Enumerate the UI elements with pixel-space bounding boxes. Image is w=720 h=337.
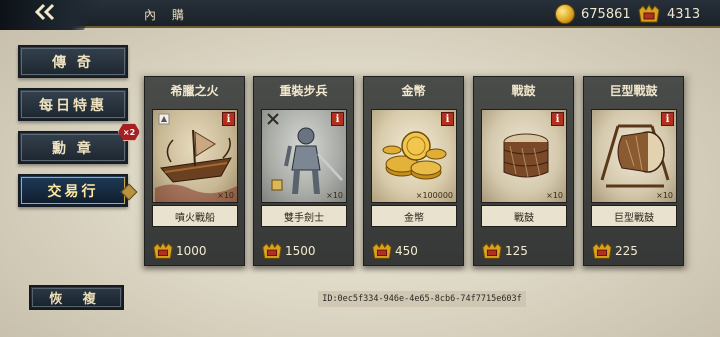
item-quantity: ×10 bbox=[326, 191, 343, 200]
page-title: 內 購 bbox=[144, 8, 190, 22]
item-quantity: ×10 bbox=[656, 191, 673, 200]
price-value: 225 bbox=[615, 244, 638, 258]
menu-legend[interactable]: 傳 奇 bbox=[18, 45, 128, 78]
item-title: 金幣 bbox=[401, 83, 426, 98]
menu-daily-deals[interactable]: 每日特惠 bbox=[18, 88, 128, 121]
item-name: 巨型戰鼓 bbox=[591, 205, 677, 227]
info-icon[interactable]: i bbox=[441, 112, 454, 126]
item-title: 重裝步兵 bbox=[279, 83, 328, 98]
user-id-text: ID:0ec5f334-946e-4e65-8cb6-74f7715e603f bbox=[318, 291, 526, 307]
item-price[interactable]: 1500 bbox=[254, 237, 353, 265]
restore-label: 恢 複 bbox=[49, 292, 104, 307]
item-price[interactable]: 225 bbox=[584, 237, 683, 265]
menu-trading-house[interactable]: 交易行 bbox=[18, 174, 128, 207]
item-title: 戰鼓 bbox=[511, 83, 536, 98]
crown-gem-icon bbox=[482, 241, 502, 259]
item-art: i ×10 bbox=[481, 109, 567, 203]
item-title: 巨型戰鼓 bbox=[609, 83, 658, 98]
crown-gem-icon bbox=[592, 241, 612, 259]
item-quantity: ×10 bbox=[546, 191, 563, 200]
gold-currency: 675861 bbox=[555, 3, 631, 25]
price-value: 1500 bbox=[285, 244, 316, 258]
price-value: 125 bbox=[505, 244, 528, 258]
shop-item-card[interactable]: 重裝步兵 i ×10 雙手劍士 1500 bbox=[253, 76, 354, 266]
item-name: 戰鼓 bbox=[481, 205, 567, 227]
item-art: i ×10 bbox=[152, 109, 238, 203]
chevron-left-icon bbox=[34, 3, 55, 21]
menu-label: 勳 章 bbox=[52, 140, 94, 157]
info-icon[interactable]: i bbox=[661, 112, 674, 126]
item-price[interactable]: 1000 bbox=[145, 237, 244, 265]
shop-item-card[interactable]: 巨型戰鼓 i ×10 巨型戰鼓 225 bbox=[583, 76, 684, 266]
item-art: i ×10 bbox=[591, 109, 677, 203]
shop-item-card[interactable]: 希臘之火 i ×10 噴火戰船 1000 bbox=[144, 76, 245, 266]
top-bar: 內 購 675861 4313 bbox=[0, 0, 720, 30]
info-icon[interactable]: i bbox=[222, 112, 235, 126]
back-button[interactable] bbox=[0, 0, 102, 30]
item-price[interactable]: 125 bbox=[474, 237, 573, 265]
price-value: 1000 bbox=[176, 244, 207, 258]
restore-button[interactable]: 恢 複 bbox=[29, 285, 124, 310]
item-title: 希臘之火 bbox=[170, 83, 219, 98]
gold-coin-icon bbox=[555, 4, 575, 24]
crown-gem-icon bbox=[638, 4, 660, 23]
item-price[interactable]: 450 bbox=[364, 237, 463, 265]
item-name: 雙手劍士 bbox=[261, 205, 347, 227]
item-art: i ×10 bbox=[261, 109, 347, 203]
crown-gem-icon bbox=[262, 241, 282, 259]
menu-label: 傳 奇 bbox=[52, 54, 94, 71]
item-quantity: ×10 bbox=[217, 191, 234, 200]
shop-item-card[interactable]: 戰鼓 i ×10 戰鼓 125 bbox=[473, 76, 574, 266]
price-value: 450 bbox=[395, 244, 418, 258]
gold-amount: 675861 bbox=[581, 6, 631, 22]
item-art: i ×100000 bbox=[371, 109, 457, 203]
info-icon[interactable]: i bbox=[331, 112, 344, 126]
crown-gem-icon bbox=[153, 241, 173, 259]
item-quantity: ×100000 bbox=[415, 191, 453, 200]
menu-label: 每日特惠 bbox=[39, 97, 107, 114]
item-name: 噴火戰船 bbox=[152, 205, 238, 227]
gem-amount: 4313 bbox=[667, 6, 701, 22]
gem-currency: 4313 bbox=[637, 3, 700, 25]
shop-item-card[interactable]: 金幣 i ×100000 金幣 450 bbox=[363, 76, 464, 266]
info-icon[interactable]: i bbox=[551, 112, 564, 126]
item-name: 金幣 bbox=[371, 205, 457, 227]
menu-medals[interactable]: 勳 章 bbox=[18, 131, 128, 164]
crown-gem-icon bbox=[372, 241, 392, 259]
menu-label: 交易行 bbox=[47, 183, 99, 200]
